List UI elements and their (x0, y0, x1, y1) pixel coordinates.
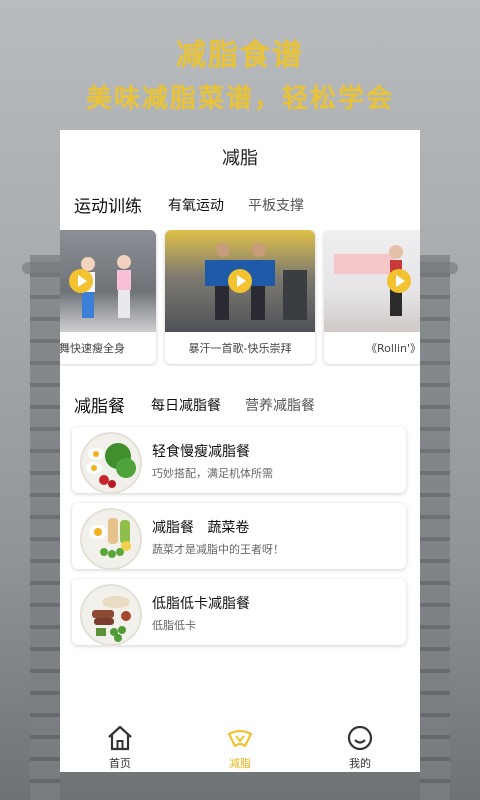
meal-description: 巧妙搭配，满足机体所需 (152, 467, 273, 480)
background-rack-left (30, 255, 60, 800)
nav-fat-loss[interactable]: 减脂 (180, 718, 300, 772)
fat-loss-icon (227, 729, 253, 748)
nav-home[interactable]: 首页 (60, 718, 180, 772)
meals-section-title: 减脂餐 (74, 397, 125, 417)
meal-name: 减脂餐 蔬菜卷 (152, 520, 250, 536)
meal-description: 低脂低卡 (152, 619, 196, 632)
app-screen: 减脂 运动训练 有氧运动 平板支撑 一支舞快速瘦全身 (60, 130, 420, 772)
meal-card[interactable]: 减脂餐 蔬菜卷 蔬菜才是减脂中的王者呀！ (72, 503, 406, 570)
nav-profile[interactable]: 我的 (300, 718, 420, 772)
meal-image (80, 508, 142, 570)
tab-aerobic[interactable]: 有氧运动 (166, 195, 226, 217)
video-card[interactable]: 《Rollin'》高 (324, 230, 420, 364)
video-thumbnail (324, 230, 420, 332)
video-carousel[interactable]: 一支舞快速瘦全身 暴汗一首歌-快乐崇拜 (60, 230, 420, 366)
training-section-header: 运动训练 有氧运动 平板支撑 (74, 192, 328, 217)
smile-icon (347, 725, 373, 751)
wrap-plate-illustration (89, 518, 131, 558)
nav-label: 首页 (109, 757, 131, 770)
page-title: 减脂 (222, 148, 258, 169)
tab-daily-meal[interactable]: 每日减脂餐 (149, 395, 223, 417)
video-card[interactable]: 一支舞快速瘦全身 (60, 230, 156, 364)
video-caption: 暴汗一首歌-快乐崇拜 (188, 342, 292, 355)
training-section-title: 运动训练 (74, 197, 142, 217)
tab-plank[interactable]: 平板支撑 (248, 195, 304, 215)
video-caption: 《Rollin'》高 (365, 342, 420, 355)
video-thumbnail (165, 230, 315, 332)
video-thumbnail (60, 230, 156, 332)
play-icon[interactable] (387, 269, 411, 293)
promo-subtitle: 美味减脂菜谱，轻松学会 (85, 84, 394, 114)
nav-label: 我的 (349, 757, 371, 770)
meal-description: 蔬菜才是减脂中的王者呀！ (152, 543, 284, 556)
video-caption: 一支舞快速瘦全身 (60, 342, 125, 355)
lowfat-plate-illustration (92, 596, 131, 642)
meal-name: 轻食慢瘦减脂餐 (152, 444, 250, 460)
meal-name: 低脂低卡减脂餐 (152, 596, 250, 612)
meal-image (80, 584, 142, 646)
play-icon[interactable] (228, 269, 252, 293)
meal-card[interactable]: 轻食慢瘦减脂餐 巧妙搭配，满足机体所需 (72, 427, 406, 494)
meal-image (80, 432, 142, 494)
promo-title: 减脂食谱 (176, 38, 304, 73)
video-card[interactable]: 暴汗一首歌-快乐崇拜 (165, 230, 315, 364)
meals-section-header: 减脂餐 每日减脂餐 营养减脂餐 (74, 392, 339, 417)
nav-label: 减脂 (229, 757, 251, 770)
background-rack-right (420, 255, 450, 800)
meal-card[interactable]: 低脂低卡减脂餐 低脂低卡 (72, 579, 406, 646)
play-icon[interactable] (69, 269, 93, 293)
bottom-nav: 首页 减脂 我的 (60, 718, 420, 772)
home-icon (108, 725, 132, 751)
tab-nutrition-meal[interactable]: 营养减脂餐 (245, 395, 315, 415)
salad-bowl-illustration (86, 443, 136, 488)
